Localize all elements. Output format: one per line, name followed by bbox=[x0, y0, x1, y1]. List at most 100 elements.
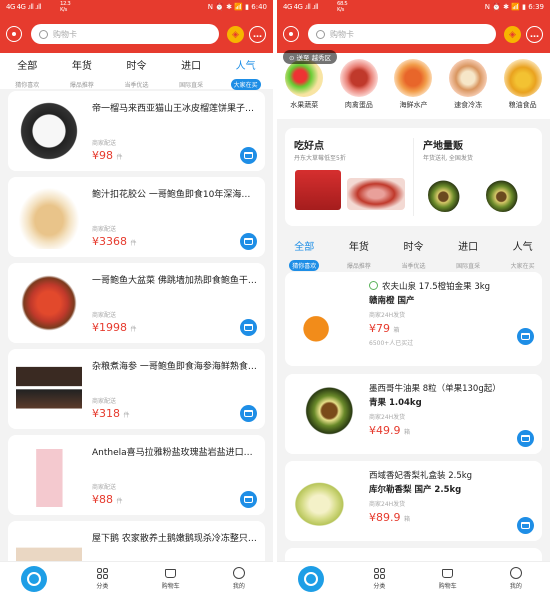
tab-new-year[interactable]: 年货 爆品推荐 bbox=[332, 234, 387, 270]
avocado-image bbox=[486, 178, 520, 212]
tab-popular[interactable]: 人气 大家在买 bbox=[495, 234, 550, 270]
nav-category[interactable]: 分类 bbox=[68, 562, 136, 595]
category-seafood[interactable]: 海鲜水产 bbox=[388, 59, 438, 119]
tab-label: 年货 bbox=[71, 61, 92, 72]
tab-sublabel: 猜你喜欢 bbox=[289, 260, 320, 271]
product-card[interactable]: 鲍汁扣花胶公 一哥鲍鱼即食10年深海… 商家配送 ¥3368 件 bbox=[8, 177, 265, 257]
product-image bbox=[293, 469, 359, 533]
add-to-cart-button[interactable] bbox=[517, 328, 534, 345]
product-image bbox=[16, 357, 82, 421]
search-input[interactable]: 购物卡 bbox=[308, 24, 496, 44]
tab-sublabel: 爆品推荐 bbox=[69, 82, 94, 89]
location-pin-icon[interactable] bbox=[283, 26, 299, 42]
price-value: ¥318 bbox=[92, 407, 120, 420]
product-card[interactable]: 墨西哥牛油果 8粒（单果130g起） 青果 1.04kg 商家24H发货 ¥49… bbox=[285, 374, 542, 454]
gift-icon[interactable]: ◈ bbox=[504, 26, 521, 43]
product-title-line2: 青果 1.04kg bbox=[369, 398, 422, 408]
delivery-location-badge[interactable]: ⊙ 送至 越秀区 bbox=[283, 50, 338, 64]
message-icon[interactable]: … bbox=[526, 26, 543, 43]
location-pin-icon[interactable] bbox=[6, 26, 22, 42]
tab-all[interactable]: 全部 猜你喜欢 bbox=[0, 53, 55, 89]
tab-imported[interactable]: 进口 国际直采 bbox=[164, 53, 219, 89]
add-to-cart-button[interactable] bbox=[240, 233, 257, 250]
category-fruits-veg[interactable]: 水果蔬菜 bbox=[279, 59, 329, 119]
signal-indicator: 4G 4G .ıll .ıll bbox=[6, 3, 42, 11]
product-title-line2: 赣南橙 国产 bbox=[369, 296, 415, 306]
tab-new-year[interactable]: 年货 爆品推荐 bbox=[55, 53, 110, 89]
left-phone-screen: 4G 4G .ıll .ıll 12.3 K/s N ⏰ ✱ 📶 ▮ 6:40 … bbox=[0, 0, 273, 595]
tab-sublabel: 大家在买 bbox=[510, 263, 535, 270]
promo-origin-wholesale[interactable]: 产地量贩 年货送礼 全国发货 bbox=[414, 128, 542, 226]
cart-icon bbox=[521, 333, 530, 340]
screenshot-root: 4G 4G .ıll .ıll 12.3 K/s N ⏰ ✱ 📶 ▮ 6:40 … bbox=[0, 0, 550, 595]
product-price: ¥88 件 bbox=[92, 493, 123, 506]
tab-sublabel: 大家在买 bbox=[230, 79, 261, 90]
add-to-cart-button[interactable] bbox=[517, 430, 534, 447]
tab-seasonal[interactable]: 时令 当季优选 bbox=[109, 53, 164, 89]
add-to-cart-button[interactable] bbox=[240, 147, 257, 164]
tab-label: 进口 bbox=[458, 242, 479, 253]
grain-oil-icon bbox=[503, 59, 542, 97]
category-label: 肉禽蛋品 bbox=[344, 101, 373, 109]
product-store: 商家配送 bbox=[92, 398, 117, 405]
home-icon bbox=[21, 565, 48, 592]
category-label: 速食冷冻 bbox=[454, 101, 483, 109]
nav-home[interactable] bbox=[0, 562, 68, 595]
product-card[interactable]: Anthela喜马拉雅粉盐玫瑰盐岩盐进口… 商家配送 ¥88 件 bbox=[8, 435, 265, 515]
nav-profile[interactable]: 我的 bbox=[205, 562, 273, 595]
nav-cart[interactable]: 购物车 bbox=[414, 562, 482, 595]
nav-category[interactable]: 分类 bbox=[345, 562, 413, 595]
tab-all[interactable]: 全部 猜你喜欢 bbox=[277, 234, 332, 271]
search-placeholder: 购物卡 bbox=[330, 29, 354, 39]
nav-cart[interactable]: 购物车 bbox=[137, 562, 205, 595]
tab-label: 年货 bbox=[348, 242, 369, 253]
category-grain-oil[interactable]: 粮油食品 bbox=[498, 59, 548, 119]
tab-popular[interactable]: 人气 大家在买 bbox=[218, 53, 273, 90]
signal-indicator: 4G 4G .ıll .ıll bbox=[283, 3, 319, 11]
promo-banner: 吃好点 丹东大草莓低至5折 产地量贩 年货送礼 全国发货 bbox=[285, 128, 542, 226]
network-speed: 68.5 K/s bbox=[337, 1, 348, 13]
product-price: ¥3368 件 bbox=[92, 235, 137, 248]
nav-label: 分类 bbox=[373, 583, 386, 590]
bottom-navigation: 分类 购物车 我的 bbox=[277, 561, 550, 595]
product-card[interactable]: 农夫山泉 17.5橙铂金果 3kg 赣南橙 国产 商家24H发货 ¥79 箱 6… bbox=[285, 272, 542, 366]
delivery-location-text: 送至 越秀区 bbox=[296, 54, 332, 62]
add-to-cart-button[interactable] bbox=[240, 491, 257, 508]
price-unit: 箱 bbox=[404, 516, 411, 523]
product-title-line1: 墨西哥牛油果 8粒（单果130g起） bbox=[369, 384, 501, 394]
add-to-cart-button[interactable] bbox=[517, 517, 534, 534]
price-unit: 件 bbox=[130, 240, 137, 247]
nav-label: 我的 bbox=[509, 583, 522, 590]
product-card[interactable]: 帝一榴马来西亚猫山王冰皮榴莲饼果子… 商家配送 ¥98 件 bbox=[8, 91, 265, 171]
price-value: ¥89.9 bbox=[369, 511, 401, 524]
nav-label: 我的 bbox=[232, 583, 245, 590]
category-frozen[interactable]: 速食冷冻 bbox=[443, 59, 493, 119]
search-input[interactable]: 购物卡 bbox=[31, 24, 219, 44]
tab-imported[interactable]: 进口 国际直采 bbox=[441, 234, 496, 270]
clock-time: 6:39 bbox=[528, 3, 544, 11]
tab-label: 全部 bbox=[17, 61, 38, 72]
product-card[interactable]: 杂粮煮海参 一哥鲍鱼即食海参海鲜熟食… 商家配送 ¥318 件 bbox=[8, 349, 265, 429]
tab-sublabel: 当季优选 bbox=[401, 263, 426, 270]
product-card[interactable]: 西域香妃香梨礼盒装 2.5kg 库尔勒香梨 国产 2.5kg 商家24H发货 ¥… bbox=[285, 461, 542, 541]
product-store: 商家配送 bbox=[92, 226, 117, 233]
gift-icon[interactable]: ◈ bbox=[227, 26, 244, 43]
message-icon[interactable]: … bbox=[249, 26, 266, 43]
status-bar: 4G 4G .ıll .ıll 12.3 K/s N ⏰ ✱ 📶 ▮ 6:40 bbox=[0, 0, 273, 17]
nav-home[interactable] bbox=[277, 562, 345, 595]
product-image bbox=[293, 284, 359, 348]
promo-eat-well[interactable]: 吃好点 丹东大草莓低至5折 bbox=[285, 128, 413, 226]
price-value: ¥79 bbox=[369, 322, 390, 335]
leaf-icon bbox=[369, 281, 378, 290]
clock-time: 6:40 bbox=[251, 3, 267, 11]
add-to-cart-button[interactable] bbox=[240, 405, 257, 422]
product-price: ¥98 件 bbox=[92, 149, 123, 162]
status-bar: 4G 4G .ıll .ıll 68.5 K/s N ⏰ ✱ 📶 ▮ 6:39 bbox=[277, 0, 550, 17]
add-to-cart-button[interactable] bbox=[240, 319, 257, 336]
network-speed: 12.3 K/s bbox=[60, 1, 71, 13]
product-title-line2: 库尔勒香梨 国产 2.5kg bbox=[369, 485, 462, 495]
category-meat-eggs[interactable]: 肉禽蛋品 bbox=[334, 59, 384, 119]
product-card[interactable]: 一哥鲍鱼大盆菜 佛跳墙加热即食鲍鱼干… 商家配送 ¥1998 件 bbox=[8, 263, 265, 343]
nav-profile[interactable]: 我的 bbox=[482, 562, 550, 595]
tab-seasonal[interactable]: 时令 当季优选 bbox=[386, 234, 441, 270]
